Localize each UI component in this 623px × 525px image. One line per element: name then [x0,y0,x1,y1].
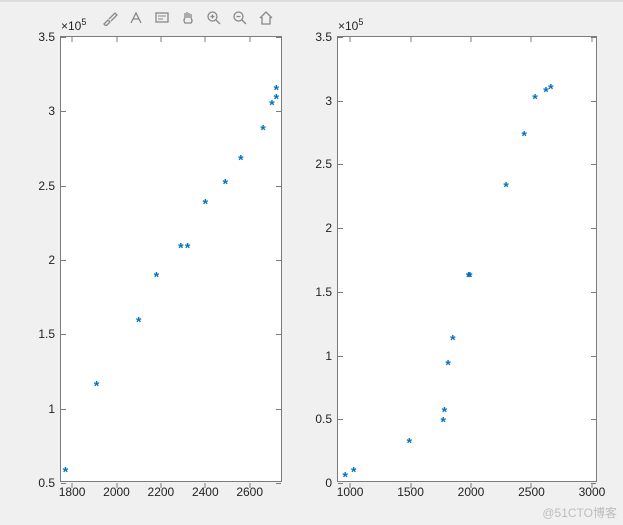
ytick-label: 0 [325,476,332,490]
plot-area-left: ************* [61,37,281,481]
window-divider [0,0,623,2]
xtick-label: 1800 [59,485,86,499]
axes-left[interactable]: ************* 180020002200240026000.511.… [60,36,282,482]
ytick-label: 0.5 [315,412,332,426]
xtick-label: 1000 [337,485,364,499]
datatip-icon[interactable] [152,8,172,28]
xtick-label: 3000 [579,485,606,499]
ytick-label: 0.5 [38,476,55,490]
data-point: * [520,131,528,145]
rotate3d-icon[interactable] [126,8,146,28]
xtick-label: 1500 [397,485,424,499]
ytick-label: 1.5 [315,285,332,299]
data-point: * [221,179,229,193]
data-point: * [350,467,358,481]
y-multiplier: ×105 [338,17,363,33]
data-point: * [405,438,413,452]
axes-right[interactable]: ************** 1000150020002500300000.51… [337,36,597,482]
ytick-label: 2 [48,253,55,267]
data-point: * [531,94,539,108]
zoomout-icon[interactable] [230,8,250,28]
xtick-label: 2200 [148,485,175,499]
ytick-label: 1 [48,402,55,416]
data-point: * [237,155,245,169]
xtick-label: 2000 [458,485,485,499]
data-point: * [440,407,448,421]
zoomin-icon[interactable] [204,8,224,28]
watermark-text: @51CTO博客 [542,504,617,521]
ytick-label: 1.5 [38,327,55,341]
plot-area-right: ************** [338,37,596,481]
home-icon[interactable] [256,8,276,28]
figure-toolbar [100,8,276,28]
data-point: * [502,182,510,196]
data-point: * [444,360,452,374]
xtick-label: 2400 [192,485,219,499]
ytick-label: 3.5 [38,30,55,44]
data-point: * [466,272,474,286]
ytick-label: 2 [325,221,332,235]
data-point: * [201,199,209,213]
data-point: * [61,467,69,481]
data-point: * [259,125,267,139]
xtick-label: 2500 [518,485,545,499]
ytick-label: 3 [48,104,55,118]
data-point: * [152,272,160,286]
y-multiplier: ×105 [61,17,86,33]
data-point: * [92,381,100,395]
brush-icon[interactable] [100,8,120,28]
data-point: * [547,84,555,98]
data-point: * [134,317,142,331]
pan-icon[interactable] [178,8,198,28]
data-point: * [183,243,191,257]
data-point: * [272,85,280,99]
ytick-label: 3 [325,94,332,108]
ytick-label: 3.5 [315,30,332,44]
ytick-label: 2.5 [315,157,332,171]
xtick-label: 2600 [236,485,263,499]
data-point: * [449,335,457,349]
ytick-label: 1 [325,349,332,363]
xtick-label: 2000 [103,485,130,499]
ytick-label: 2.5 [38,179,55,193]
